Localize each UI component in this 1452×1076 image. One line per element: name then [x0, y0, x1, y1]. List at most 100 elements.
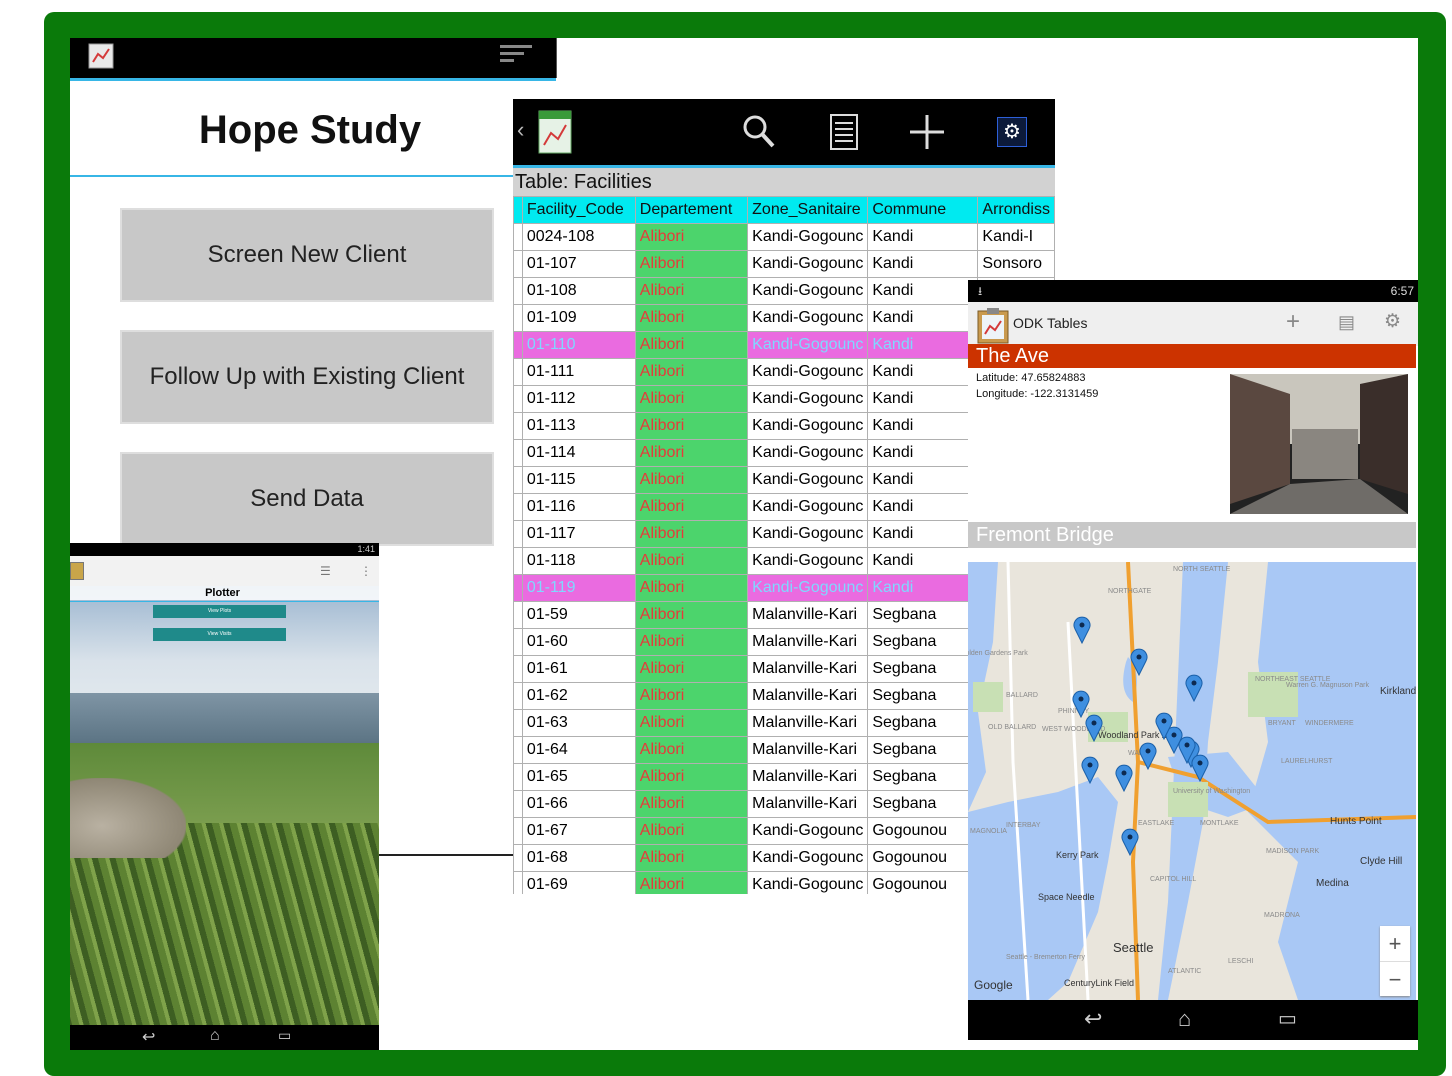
- column-header[interactable]: Zone_Sanitaire: [747, 196, 869, 224]
- list-item[interactable]: Fremont Bridge: [968, 522, 1416, 548]
- back-icon[interactable]: ↩: [1084, 1006, 1102, 1032]
- table-cell[interactable]: Kandi: [867, 304, 979, 332]
- table-cell[interactable]: Alibori: [634, 304, 749, 332]
- table-cell[interactable]: Alibori: [634, 439, 749, 467]
- table-cell[interactable]: Kandi-Gogounc: [747, 358, 869, 386]
- table-cell[interactable]: Segbana: [867, 655, 979, 683]
- table-row[interactable]: 01-107 Alibori Kandi-Gogounc Kandi Sonsoro: [513, 250, 1055, 278]
- table-cell[interactable]: Segbana: [867, 628, 979, 656]
- recents-icon[interactable]: ▭: [1278, 1006, 1297, 1031]
- sort-icon[interactable]: ☰: [320, 564, 331, 578]
- table-cell[interactable]: Kandi-Gogounc: [747, 304, 869, 332]
- table-cell[interactable]: 01-115: [521, 466, 636, 494]
- map-pin-marker[interactable]: [1073, 616, 1091, 649]
- screen-new-client-button[interactable]: Screen New Client: [120, 208, 494, 302]
- table-cell[interactable]: 01-118: [521, 547, 636, 575]
- table-cell[interactable]: Kandi: [867, 439, 979, 467]
- table-cell[interactable]: Malanville-Kari: [747, 628, 869, 656]
- table-cell[interactable]: Alibori: [634, 844, 749, 872]
- table-cell[interactable]: Gogounou: [867, 844, 979, 872]
- table-cell[interactable]: Alibori: [634, 628, 749, 656]
- map-view[interactable]: NORTH SEATTLE NORTHGATE Golden Gardens Par…: [968, 562, 1416, 1000]
- table-cell[interactable]: Kandi-Gogounc: [747, 466, 869, 494]
- table-cell[interactable]: 01-110: [521, 331, 636, 359]
- table-cell[interactable]: Kandi-Gogounc: [747, 331, 869, 359]
- table-cell[interactable]: Alibori: [634, 682, 749, 710]
- table-cell[interactable]: 01-60: [521, 628, 636, 656]
- table-cell[interactable]: 01-63: [521, 709, 636, 737]
- list-icon[interactable]: ▤: [1338, 312, 1355, 333]
- back-icon[interactable]: ↩: [142, 1027, 155, 1047]
- search-icon[interactable]: [741, 113, 777, 151]
- table-cell[interactable]: Malanville-Kari: [747, 736, 869, 764]
- table-cell[interactable]: Kandi: [867, 250, 979, 278]
- settings-gear-icon[interactable]: ⚙: [1384, 310, 1401, 333]
- table-cell[interactable]: Kandi: [867, 331, 979, 359]
- table-cell[interactable]: Alibori: [634, 736, 749, 764]
- table-cell[interactable]: Alibori: [634, 547, 749, 575]
- table-cell[interactable]: Kandi-Gogounc: [747, 547, 869, 575]
- table-cell[interactable]: Malanville-Kari: [747, 709, 869, 737]
- table-cell[interactable]: Malanville-Kari: [747, 763, 869, 791]
- table-cell[interactable]: Segbana: [867, 763, 979, 791]
- map-pin-marker[interactable]: [1185, 674, 1203, 707]
- table-cell[interactable]: Kandi-Gogounc: [747, 412, 869, 440]
- table-cell[interactable]: Alibori: [634, 790, 749, 818]
- table-cell[interactable]: Kandi: [867, 547, 979, 575]
- clipboard-app-icon[interactable]: [976, 306, 1010, 344]
- table-cell[interactable]: 01-62: [521, 682, 636, 710]
- table-cell[interactable]: Alibori: [634, 655, 749, 683]
- sort-icon[interactable]: [498, 42, 534, 66]
- map-pin-marker[interactable]: [1085, 714, 1103, 747]
- table-cell[interactable]: Gogounou: [867, 871, 979, 894]
- zoom-out-button[interactable]: −: [1380, 961, 1410, 997]
- table-cell[interactable]: Kandi: [867, 466, 979, 494]
- map-pin-marker[interactable]: [1130, 648, 1148, 681]
- table-cell[interactable]: Alibori: [634, 385, 749, 413]
- table-cell[interactable]: Alibori: [634, 331, 749, 359]
- table-cell[interactable]: Kandi-Gogounc: [747, 817, 869, 845]
- table-cell[interactable]: 01-66: [521, 790, 636, 818]
- table-cell[interactable]: Kandi: [867, 277, 979, 305]
- table-cell[interactable]: Alibori: [634, 574, 749, 602]
- table-cell[interactable]: Alibori: [634, 250, 749, 278]
- table-cell[interactable]: 01-108: [521, 277, 636, 305]
- table-cell[interactable]: Alibori: [634, 817, 749, 845]
- column-header[interactable]: Departement: [634, 196, 749, 224]
- table-cell[interactable]: Sonsoro: [977, 250, 1055, 278]
- table-cell[interactable]: Alibori: [634, 223, 749, 251]
- zoom-in-button[interactable]: +: [1380, 926, 1410, 961]
- table-cell[interactable]: 01-119: [521, 574, 636, 602]
- table-cell[interactable]: Alibori: [634, 412, 749, 440]
- table-cell[interactable]: Malanville-Kari: [747, 790, 869, 818]
- table-cell[interactable]: 01-67: [521, 817, 636, 845]
- send-data-button[interactable]: Send Data: [120, 452, 494, 546]
- table-cell[interactable]: Kandi-Gogounc: [747, 844, 869, 872]
- table-cell[interactable]: 01-107: [521, 250, 636, 278]
- map-pin-marker[interactable]: [1115, 764, 1133, 797]
- home-icon[interactable]: ⌂: [210, 1027, 220, 1045]
- map-pin-marker[interactable]: [1139, 742, 1157, 775]
- table-cell[interactable]: Kandi-Gogounc: [747, 223, 869, 251]
- settings-gear-icon[interactable]: ⚙: [997, 117, 1027, 147]
- street-photo[interactable]: [1230, 374, 1408, 514]
- table-cell[interactable]: 01-65: [521, 763, 636, 791]
- table-cell[interactable]: 01-113: [521, 412, 636, 440]
- table-cell[interactable]: Kandi-Gogounc: [747, 439, 869, 467]
- table-cell[interactable]: 01-111: [521, 358, 636, 386]
- column-header[interactable]: Commune: [867, 196, 979, 224]
- table-cell[interactable]: Alibori: [634, 358, 749, 386]
- table-cell[interactable]: Malanville-Kari: [747, 601, 869, 629]
- recents-icon[interactable]: ▭: [278, 1027, 291, 1044]
- table-cell[interactable]: Malanville-Kari: [747, 655, 869, 683]
- table-cell[interactable]: Kandi-Gogounc: [747, 277, 869, 305]
- table-cell[interactable]: Alibori: [634, 493, 749, 521]
- table-cell[interactable]: Gogounou: [867, 817, 979, 845]
- map-pin-marker[interactable]: [1178, 736, 1196, 769]
- table-cell[interactable]: Kandi: [867, 385, 979, 413]
- add-icon[interactable]: [908, 113, 946, 151]
- table-cell[interactable]: Kandi: [867, 223, 979, 251]
- table-cell[interactable]: 0024-108: [521, 223, 636, 251]
- table-cell[interactable]: Segbana: [867, 601, 979, 629]
- home-icon[interactable]: ⌂: [1178, 1006, 1191, 1032]
